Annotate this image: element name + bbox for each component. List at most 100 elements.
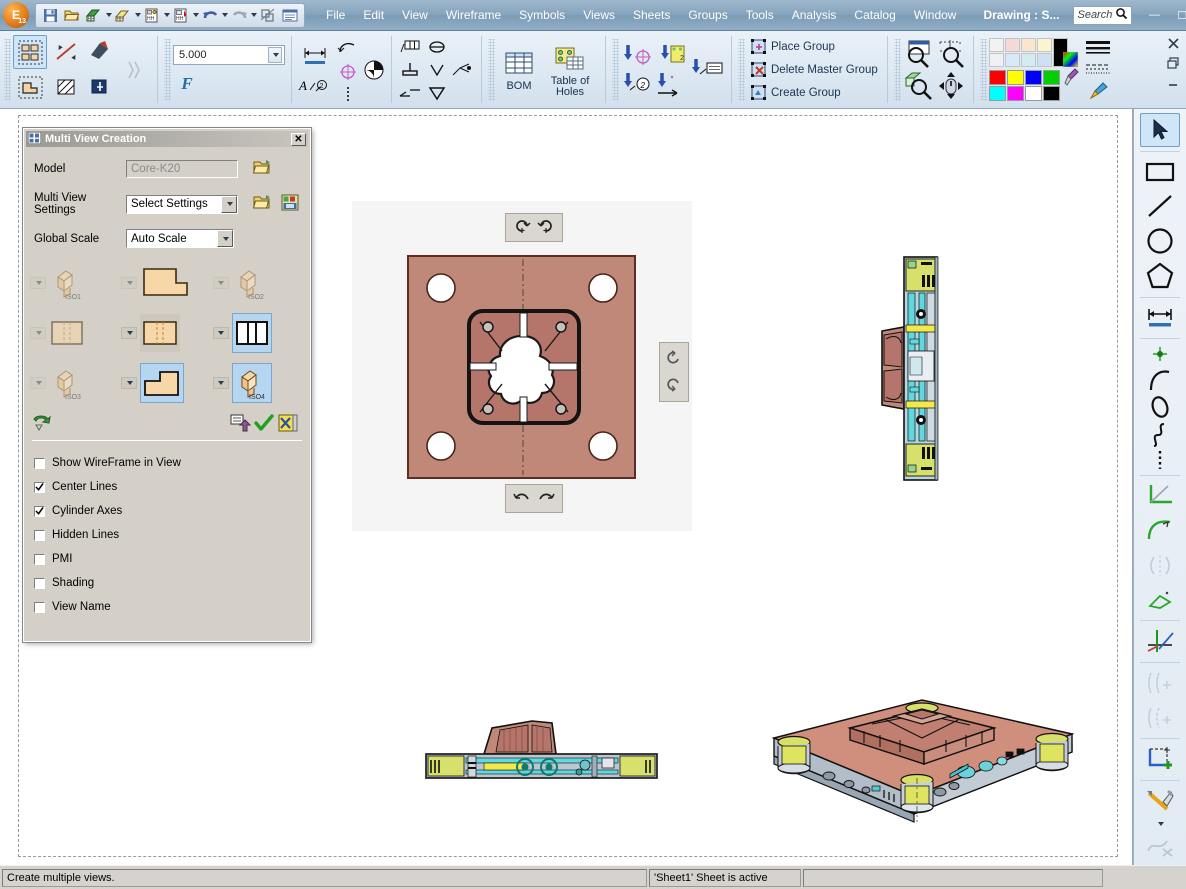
minimize-document-icon[interactable] xyxy=(1164,73,1182,93)
rotate-up-icon[interactable] xyxy=(666,350,682,371)
crop-tool[interactable] xyxy=(1140,742,1180,776)
right-view-thumbnail[interactable] xyxy=(232,313,272,353)
arc-tool[interactable] xyxy=(1140,366,1180,393)
trim-tool[interactable] xyxy=(1140,830,1180,864)
place-group-button[interactable]: Place Group xyxy=(747,36,881,57)
view-cell-iso1[interactable]: ISO1 xyxy=(30,264,121,302)
color-swatch[interactable] xyxy=(1021,38,1036,52)
zoom-fit-icon[interactable] xyxy=(935,39,967,69)
single-view-creation-button[interactable] xyxy=(13,70,47,104)
rotate-right-icon[interactable] xyxy=(537,217,555,238)
top-view-drawing[interactable] xyxy=(352,201,692,531)
balloon-symbol-icon[interactable] xyxy=(451,61,475,79)
font-style-icon[interactable]: F xyxy=(173,73,201,95)
option-cylinder-axes[interactable]: Cylinder Axes xyxy=(34,499,300,523)
view-cell-iso4[interactable]: ISO4 xyxy=(213,363,304,403)
ok-button[interactable] xyxy=(252,412,276,434)
linear-dimension-icon[interactable] xyxy=(298,44,332,68)
rotate-left-icon[interactable] xyxy=(513,217,531,238)
rectangle-tool[interactable] xyxy=(1140,155,1180,189)
apply-button[interactable] xyxy=(228,412,252,434)
transform-tool[interactable] xyxy=(1140,583,1180,617)
flip-horizontal-handles[interactable] xyxy=(505,484,563,513)
bottom-view-thumbnail[interactable] xyxy=(140,363,184,403)
insert-arrow-icon[interactable] xyxy=(655,71,689,97)
front-view-thumbnail[interactable] xyxy=(140,314,180,352)
section-line-button[interactable] xyxy=(49,35,83,69)
broken-view-button[interactable] xyxy=(117,53,151,87)
checkbox-center-lines[interactable] xyxy=(34,482,45,493)
color-swatch-green[interactable] xyxy=(1043,70,1060,85)
surface-finish-icon[interactable] xyxy=(426,61,448,79)
stretch-tool[interactable] xyxy=(1140,701,1180,735)
redo-icon[interactable] xyxy=(228,5,250,26)
dialog-close-button[interactable]: ✕ xyxy=(291,133,306,146)
dashed-line-tool[interactable] xyxy=(1140,449,1180,470)
undo-icon[interactable] xyxy=(199,5,221,26)
color-swatch[interactable] xyxy=(1037,53,1052,67)
line-weight-icon[interactable] xyxy=(1085,39,1111,57)
export-icon[interactable]: HH xyxy=(83,5,105,26)
menu-analysis[interactable]: Analysis xyxy=(783,4,846,26)
view-cell-left[interactable] xyxy=(30,314,121,352)
color-swatch[interactable] xyxy=(989,38,1004,52)
menu-file[interactable]: File xyxy=(317,4,354,26)
surface-finish-filled-icon[interactable] xyxy=(426,84,448,102)
menu-views[interactable]: Views xyxy=(574,4,624,26)
view-cell-iso2[interactable]: ISO2 xyxy=(213,264,304,302)
search-input[interactable]: Search xyxy=(1073,6,1132,25)
checkbox-pmi[interactable] xyxy=(34,554,45,565)
rainbow-swatch-icon[interactable] xyxy=(1062,52,1080,67)
scale-combobox[interactable]: Auto Scale xyxy=(126,229,234,248)
checkbox-hidden-lines[interactable] xyxy=(34,530,45,541)
diameter-symbol-icon[interactable] xyxy=(426,38,448,56)
group-grip-handle[interactable] xyxy=(612,39,619,101)
bom-button[interactable]: BOM xyxy=(497,47,541,92)
fillet-tool[interactable] xyxy=(1140,513,1180,547)
front-view-drawing[interactable] xyxy=(424,710,659,782)
pie-shade-icon[interactable] xyxy=(363,59,385,81)
ellipse-tool[interactable] xyxy=(1140,394,1180,421)
color-swatch-blue[interactable] xyxy=(1025,70,1042,85)
spline-tool[interactable] xyxy=(1140,422,1180,449)
offset-tool[interactable] xyxy=(1140,666,1180,700)
settings-combobox[interactable]: Select Settings xyxy=(126,195,238,214)
color-swatch[interactable] xyxy=(1005,53,1020,67)
load-settings-icon[interactable] xyxy=(252,194,272,214)
axis-tool[interactable] xyxy=(1140,624,1180,658)
angular-dimension-icon[interactable]: A2 xyxy=(298,74,332,96)
print-icon[interactable]: HH xyxy=(170,5,192,26)
save-icon[interactable] xyxy=(39,5,61,26)
cancel-button[interactable] xyxy=(276,412,300,434)
checkbox-view-name[interactable] xyxy=(34,602,45,613)
top-view-dropdown-icon[interactable] xyxy=(121,277,137,289)
create-group-button[interactable]: Create Group xyxy=(747,82,881,103)
feature-control-frame-icon[interactable] xyxy=(398,38,422,56)
multi-view-creation-button[interactable] xyxy=(13,35,47,69)
text-size-input[interactable]: 5.000 xyxy=(173,45,285,65)
reset-views-button[interactable] xyxy=(30,412,54,434)
group-grip-handle[interactable] xyxy=(980,39,987,101)
view-cell-top[interactable] xyxy=(121,264,212,302)
color-swatch-yellow[interactable] xyxy=(1007,70,1024,85)
menu-groups[interactable]: Groups xyxy=(679,4,736,26)
insert-point-icon[interactable] xyxy=(621,43,655,69)
color-swatch[interactable] xyxy=(1037,38,1052,52)
chevron-down-icon[interactable] xyxy=(268,47,282,63)
insert-label-icon[interactable] xyxy=(689,57,725,83)
color-swatch-white[interactable] xyxy=(1025,86,1042,101)
menu-sheets[interactable]: Sheets xyxy=(624,4,679,26)
chevron-down-icon[interactable] xyxy=(217,230,233,247)
corner-tool[interactable] xyxy=(1140,478,1180,512)
point-tool[interactable] xyxy=(1140,342,1180,365)
color-swatch-black2[interactable] xyxy=(1043,86,1060,101)
menu-symbols[interactable]: Symbols xyxy=(510,4,574,26)
import-icon[interactable]: HH xyxy=(112,5,134,26)
detail-view-button[interactable] xyxy=(83,70,117,104)
view-cell-bottom[interactable] xyxy=(121,363,212,403)
pan-mouse-icon[interactable] xyxy=(935,70,967,100)
hatch-button[interactable] xyxy=(49,70,83,104)
bottom-view-dropdown-icon[interactable] xyxy=(121,377,137,389)
left-view-thumbnail[interactable] xyxy=(49,314,85,352)
group-grip-handle[interactable] xyxy=(4,39,11,101)
